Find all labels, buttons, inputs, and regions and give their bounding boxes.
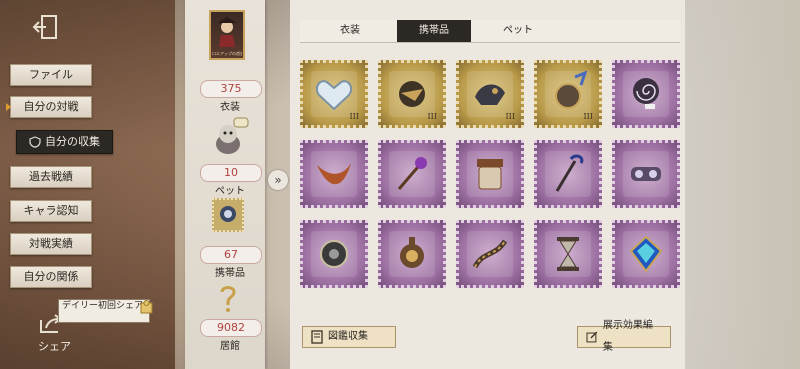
- category-tabs: 衣装 携帯品 ペット: [300, 20, 680, 43]
- umbrella-cane-icon: [555, 154, 584, 192]
- jar-icon: [477, 159, 503, 190]
- winged-compass-icon: [555, 71, 588, 109]
- pet-label: ペット: [215, 186, 245, 197]
- tab-accessory[interactable]: 携帯品: [397, 20, 471, 42]
- collection-item-card[interactable]: III: [300, 60, 368, 128]
- portrait-caption: ロエアップの遊芸: [212, 51, 242, 56]
- gadget-icon: [631, 167, 661, 181]
- pet-count: 10: [200, 164, 262, 182]
- heart-crystal-icon: [315, 80, 353, 111]
- scepter-icon: [397, 157, 427, 190]
- nav-my-collection[interactable]: 自分の収集: [16, 130, 113, 154]
- collection-item-card[interactable]: [378, 140, 446, 208]
- double-chevron-right-icon: »: [274, 173, 282, 187]
- tab-pet[interactable]: ペット: [478, 20, 558, 42]
- expand-arrows-button[interactable]: »: [268, 170, 288, 190]
- collection-item-card[interactable]: [612, 60, 680, 128]
- nav-my-matches[interactable]: 自分の対戦: [6, 96, 92, 118]
- daily-share-tooltip: デイリー初回シェア: [58, 299, 150, 323]
- collection-item-card[interactable]: [534, 140, 602, 208]
- costume-label: 衣装: [220, 102, 240, 113]
- spiral-lollipop-icon: [633, 78, 659, 109]
- nav-my-relations[interactable]: 自分の関係: [10, 266, 92, 288]
- accessory-count: 67: [200, 246, 262, 264]
- residence-count: 9082: [200, 319, 262, 337]
- collection-item-card[interactable]: [456, 220, 524, 288]
- item-grade-label: III: [427, 112, 437, 121]
- costume-portrait[interactable]: ロエアップの遊芸: [209, 10, 245, 60]
- accessory-label: 携帯品: [215, 268, 245, 279]
- boomerang-icon: [317, 163, 351, 185]
- chain-icon: [472, 239, 508, 269]
- collection-item-card[interactable]: [300, 220, 368, 288]
- nav-past-records[interactable]: 過去戦績: [10, 166, 92, 188]
- accessory-icon: [220, 206, 236, 222]
- edit-display-effect-button[interactable]: 展示効果編集: [577, 320, 671, 353]
- nav-match-achievements[interactable]: 対戦実績: [10, 233, 92, 255]
- puzzle-icon: [140, 300, 153, 314]
- right-edge: [685, 0, 800, 369]
- book-icon: [311, 330, 323, 344]
- tab-costume[interactable]: 衣装: [310, 20, 390, 42]
- bird-ornament-icon: [399, 81, 425, 107]
- mechanical-bird-icon: [475, 84, 505, 105]
- item-grade-label: III: [583, 112, 593, 121]
- shield-icon: [29, 136, 41, 148]
- collection-item-card[interactable]: III: [456, 60, 524, 128]
- pocket-watch-icon: [320, 240, 348, 268]
- item-grade-label: III: [349, 112, 359, 121]
- accessory-thumbnail[interactable]: [212, 198, 244, 232]
- collection-item-card[interactable]: [456, 140, 524, 208]
- exit-door-icon[interactable]: [30, 12, 60, 42]
- collection-item-card[interactable]: [612, 140, 680, 208]
- collection-item-card[interactable]: III: [378, 60, 446, 128]
- hourglass-icon: [557, 237, 579, 271]
- edit-icon: [586, 331, 598, 343]
- lantern-icon: [400, 237, 424, 268]
- costume-count: 375: [200, 80, 262, 98]
- question-mark-icon[interactable]: [217, 283, 239, 313]
- collection-item-card[interactable]: [612, 220, 680, 288]
- pet-icon[interactable]: [206, 114, 250, 158]
- item-grade-label: III: [505, 112, 515, 121]
- share-label: シェア: [38, 340, 71, 353]
- collection-item-card[interactable]: [300, 140, 368, 208]
- blue-gem-icon: [629, 235, 663, 273]
- nav-file[interactable]: ファイル: [10, 64, 92, 86]
- character-icon: [217, 17, 237, 47]
- collection-item-card[interactable]: III: [534, 60, 602, 128]
- residence-label: 居館: [220, 341, 240, 352]
- catalog-collection-button[interactable]: 図鑑収集: [302, 326, 396, 348]
- collection-item-card[interactable]: [534, 220, 602, 288]
- nav-character-recognition[interactable]: キャラ認知: [10, 200, 92, 222]
- collection-item-card[interactable]: [378, 220, 446, 288]
